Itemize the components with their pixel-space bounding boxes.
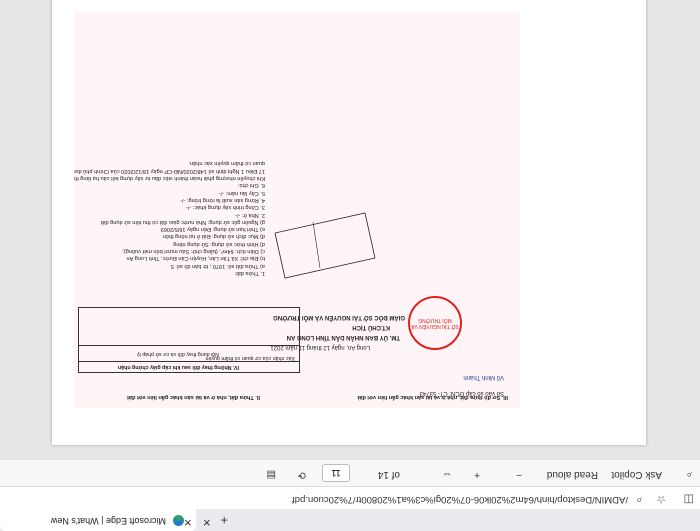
read-aloud-button[interactable]: Read aloud (547, 469, 598, 480)
land-info-line: a) Thửa đất số: 1970 ; tờ bản đồ số: 5 (170, 262, 265, 269)
land-info-line: g) Nguồn gốc sử dụng: Nhà nước giao đất … (100, 218, 265, 225)
land-info-line: e) Thời hạn sử dụng: Đến ngày 16/5/2069 (160, 226, 265, 233)
split-screen-icon[interactable]: ◫ (684, 493, 694, 506)
tab-title: Microsoft Edge | What's New (50, 516, 166, 526)
signer-name: Võ Minh Thành (463, 374, 504, 380)
tab-bar: Microsoft Edge | What's New ✕ + ✕ (0, 509, 700, 531)
close-tab-icon[interactable]: ✕ (184, 516, 192, 527)
new-tab-icon[interactable]: + (220, 513, 228, 528)
url-field[interactable]: /ADMIN/Desktop/hinh/64m2%20lk06-07%20gi%… (0, 491, 628, 505)
land-info-line: 6. Ghi chú: (237, 182, 265, 189)
screen-rotated: Microsoft Edge | What's New ✕ + ✕ ◫ ☆ ⌕ … (0, 0, 700, 531)
land-info-line: 2. Nhà ở: -/- (234, 211, 265, 218)
address-bar: ◫ ☆ ⌕ /ADMIN/Desktop/hinh/64m2%20lk06-07… (0, 486, 700, 509)
official-stamp: SỞ TÀI NGUYÊN VÀ MÔI TRƯỜNG (408, 296, 462, 350)
rotate-icon[interactable]: ⟳ (298, 469, 306, 480)
table-col-confirm: Xác nhận của cơ quan có thẩm quyền (205, 355, 295, 361)
fit-page-icon[interactable]: ⇔ (442, 469, 452, 480)
pdf-page: II. Thửa đất, nhà ở và tài sản khác gắn … (52, 0, 646, 445)
land-info-line: quan có thẩm quyền xác nhận. (188, 160, 265, 167)
land-info-line: 3. Công trình xây dựng khác: -/- (186, 204, 265, 211)
sign-org-2: KT.CHỦ TỊCH (352, 324, 390, 330)
pdf-toolbar: ⌕ Ask Copilot Read aloud − + ⇔ of 14 11 … (0, 459, 700, 486)
land-info-line: đ) Mục đích sử dụng: Đất ở tại nông thôn (162, 233, 265, 240)
land-info-line: d) Hình thức sử dụng: Sử dụng riêng (173, 240, 265, 247)
browser-tab[interactable]: Microsoft Edge | What's New ✕ (0, 509, 196, 531)
sign-org-1: TM. ỦY BAN NHÂN DÂN TỈNH LONG AN (286, 334, 400, 340)
land-info-line: c) Diện tích: 64m², (bằng chữ: Sáu mươi … (122, 248, 265, 255)
land-info-line: 17 Điều 1 Nghị định số 148/2020/NĐ-CP ng… (74, 167, 265, 174)
land-plot-diagram (274, 212, 376, 279)
edge-icon (173, 515, 184, 526)
page-view-icon[interactable]: ▤ (267, 469, 276, 480)
page-number-input[interactable]: 11 (322, 464, 350, 482)
pdf-viewer[interactable]: II. Thửa đất, nhà ở và tài sản khác gắn … (0, 0, 700, 459)
search-icon[interactable]: ⌕ (636, 493, 642, 506)
window-close-icon[interactable]: ✕ (203, 516, 211, 527)
certificate-page: II. Thửa đất, nhà ở và tài sản khác gắn … (74, 12, 520, 408)
land-info-line: b) Địa chỉ: Xã Tân Lân, Huyện Cần Đước, … (126, 255, 265, 262)
changes-table: IV. Những thay đổi sau khi cấp giấy chứn… (78, 307, 300, 373)
favorite-star-icon[interactable]: ☆ (656, 493, 666, 506)
land-info-line: 1. Thửa đất: (234, 270, 265, 276)
zoom-out-button[interactable]: − (516, 469, 522, 480)
search-pdf-icon[interactable]: ⌕ (686, 469, 692, 480)
section-2-title: II. Thửa đất, nhà ở và tài sản khác gắn … (127, 394, 260, 400)
zoom-in-button[interactable]: + (474, 469, 480, 480)
register-number: Số vào sổ cấp GCN: CT- 53743 (419, 390, 504, 396)
section-4-title: IV. Những thay đổi sau khi cấp giấy chứn… (117, 364, 239, 370)
land-info-line: 4. Rừng sản xuất là rừng trồng: -/- (180, 197, 265, 203)
land-info-line: 5. Cây lâu năm: -/- (218, 189, 265, 196)
ask-copilot-button[interactable]: Ask Copilot (611, 469, 662, 480)
page-total: of 14 (377, 469, 400, 480)
land-info-line: Khi chuyển nhượng phải hoàn thành việc đ… (74, 175, 265, 182)
